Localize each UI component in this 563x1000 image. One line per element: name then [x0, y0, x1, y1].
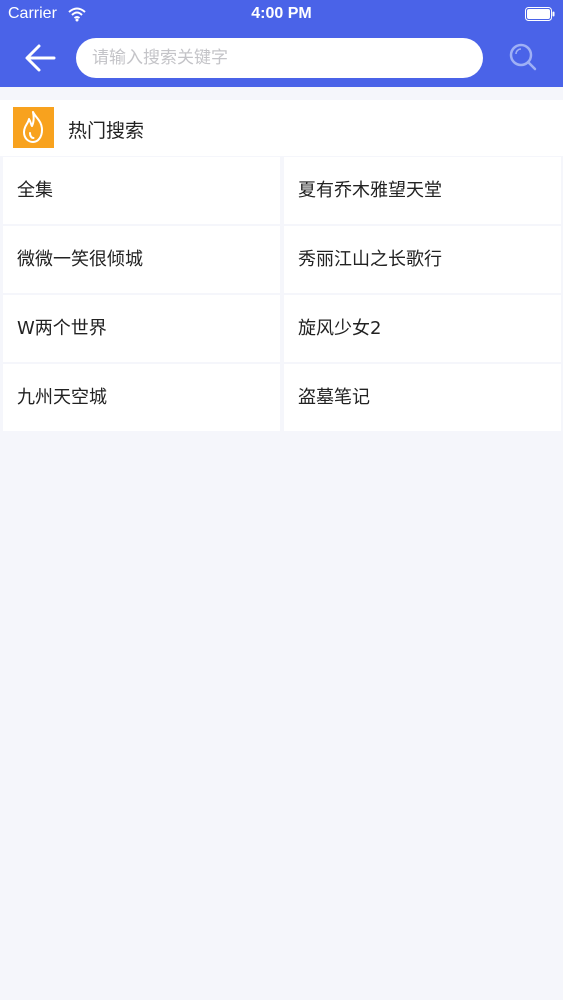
status-bar: Carrier 4:00 PM [0, 0, 563, 30]
hot-search-item[interactable]: 微微一笑很倾城 [3, 226, 280, 293]
status-time: 4:00 PM [251, 5, 312, 22]
hot-search-item[interactable]: 盗墓笔记 [284, 364, 561, 431]
search-icon[interactable] [503, 38, 543, 78]
hot-search-title: 热门搜索 [68, 120, 145, 142]
hot-search-item[interactable]: 九州天空城 [3, 364, 280, 431]
nav-bar [0, 30, 563, 87]
hot-search-header: 热门搜索 [0, 100, 563, 156]
hot-search-item[interactable]: W两个世界 [3, 295, 280, 362]
hot-search-item[interactable]: 秀丽江山之长歌行 [284, 226, 561, 293]
battery-icon [525, 7, 555, 21]
back-arrow-icon[interactable] [20, 38, 60, 78]
search-input[interactable] [76, 38, 483, 78]
top-header: Carrier 4:00 PM [0, 0, 563, 87]
hot-search-item[interactable]: 全集 [3, 157, 280, 224]
hot-search-item[interactable]: 夏有乔木雅望天堂 [284, 157, 561, 224]
fire-icon [13, 107, 54, 148]
hot-search-item[interactable]: 旋风少女2 [284, 295, 561, 362]
